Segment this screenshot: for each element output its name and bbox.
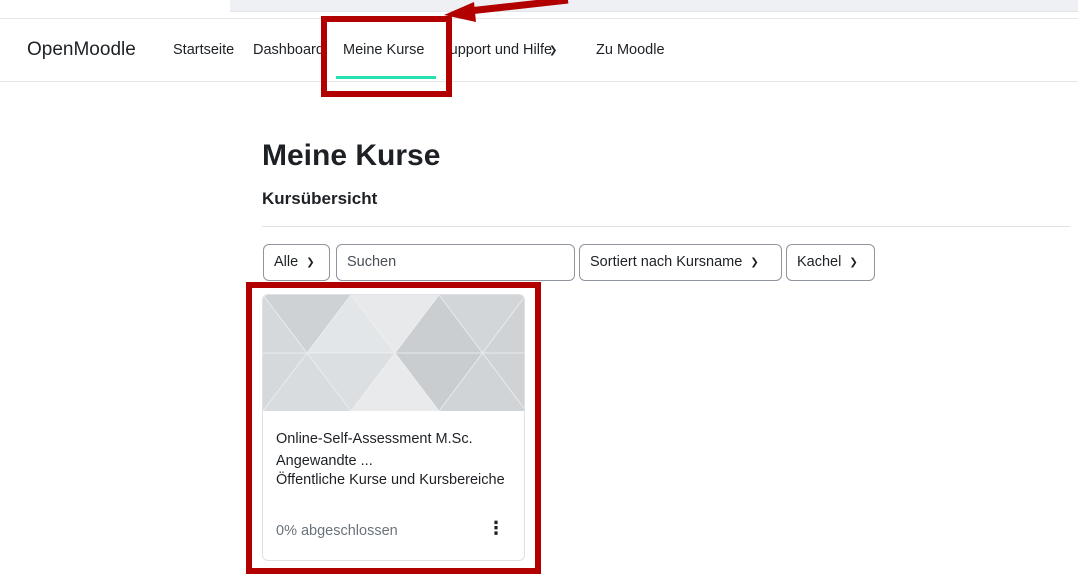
nav-item-support-und-hilfe[interactable]: Support und Hilfe❯ bbox=[447, 42, 582, 58]
grouping-value: Alle bbox=[274, 254, 299, 270]
chevron-down-icon: ❯ bbox=[306, 257, 315, 268]
nav-item-startseite[interactable]: Startseite bbox=[173, 42, 234, 58]
page-title: Meine Kurse bbox=[262, 139, 441, 172]
grouping-dropdown[interactable]: Alle ❯ bbox=[263, 244, 330, 281]
annotation-arrow-icon bbox=[444, 0, 569, 22]
section-title: Kursübersicht bbox=[262, 189, 378, 208]
nav-item-zu-moodle[interactable]: Zu Moodle bbox=[596, 42, 665, 58]
nav-item-label: Zu Moodle bbox=[596, 42, 665, 58]
sort-value: Sortiert nach Kursname bbox=[590, 254, 743, 270]
search-input[interactable]: Suchen bbox=[336, 244, 575, 281]
annotation-box-course bbox=[246, 282, 541, 574]
nav-item-label: Startseite bbox=[173, 42, 235, 58]
search-placeholder: Suchen bbox=[347, 254, 397, 270]
sort-dropdown[interactable]: Sortiert nach Kursname ❯ bbox=[579, 244, 782, 281]
annotation-box-nav bbox=[321, 16, 452, 97]
nav-item-label: Dashboard bbox=[253, 42, 324, 58]
chevron-down-icon: ❯ bbox=[849, 257, 858, 268]
site-brand[interactable]: OpenMoodle bbox=[27, 39, 136, 61]
primary-navbar: OpenMoodle Startseite Dashboard Meine Ku… bbox=[0, 19, 1078, 82]
chevron-down-icon: ❯ bbox=[549, 45, 558, 56]
view-value: Kachel bbox=[797, 254, 842, 270]
view-dropdown[interactable]: Kachel ❯ bbox=[786, 244, 875, 281]
browser-top-strip bbox=[230, 0, 1078, 12]
section-divider bbox=[262, 226, 1070, 227]
chevron-down-icon: ❯ bbox=[750, 257, 759, 268]
nav-item-label: Support und Hilfe bbox=[447, 42, 553, 58]
